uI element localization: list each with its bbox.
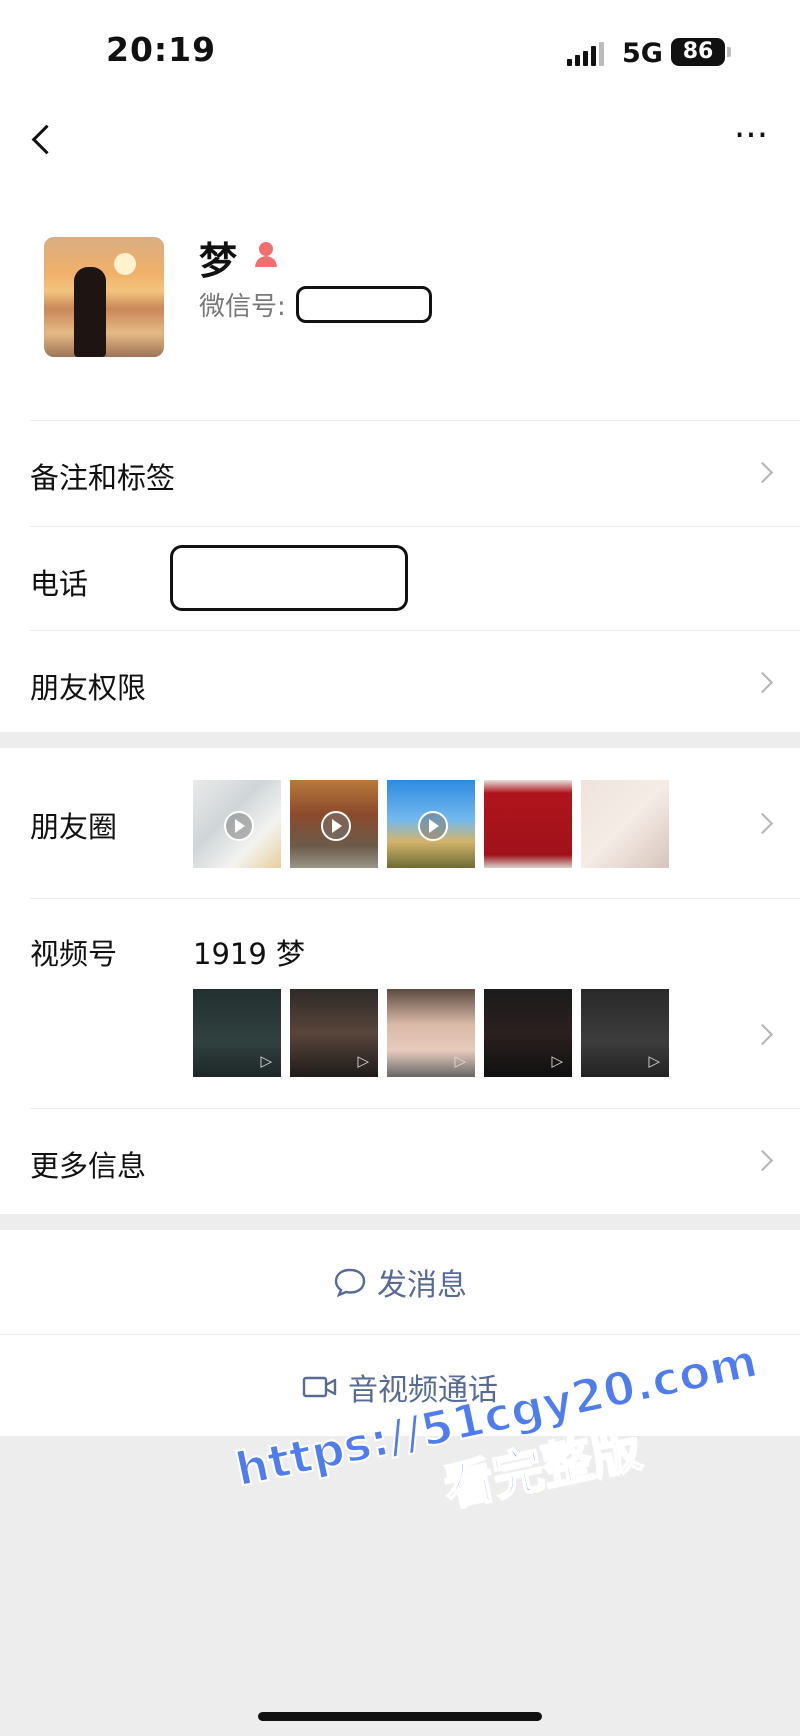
row-label: 更多信息 bbox=[30, 1149, 147, 1183]
content-section: 朋友圈 视频号 1919 梦 ▷ ▷ ▷ ▷ ▷ 更多信息 bbox=[0, 748, 800, 1214]
chevron-right-icon bbox=[751, 671, 774, 694]
channels-thumb: ▷ bbox=[387, 989, 475, 1077]
chevron-right-icon bbox=[751, 1023, 774, 1046]
channels-thumb: ▷ bbox=[484, 989, 572, 1077]
moments-thumb bbox=[484, 780, 572, 868]
chevron-right-icon bbox=[751, 1149, 774, 1172]
row-friend-permission[interactable]: 朋友权限 bbox=[30, 630, 800, 733]
row-label: 朋友权限 bbox=[30, 671, 147, 705]
row-moments[interactable]: 朋友圈 bbox=[30, 748, 800, 898]
wechat-id-label: 微信号: bbox=[199, 292, 286, 322]
chevron-right-icon bbox=[751, 461, 774, 484]
back-button[interactable] bbox=[28, 120, 68, 160]
chevron-right-icon bbox=[751, 812, 774, 835]
phone-redacted bbox=[170, 545, 408, 611]
status-bar: 20:19 5G 86 bbox=[0, 0, 800, 100]
moments-thumb bbox=[193, 780, 281, 868]
row-channels[interactable]: 视频号 1919 梦 ▷ ▷ ▷ ▷ ▷ bbox=[30, 898, 800, 1109]
channels-name: 1919 梦 bbox=[193, 937, 306, 971]
row-label: 电话 bbox=[30, 567, 89, 601]
channels-thumb: ▷ bbox=[290, 989, 378, 1077]
network-label: 5G bbox=[622, 38, 663, 69]
home-indicator[interactable] bbox=[258, 1712, 542, 1721]
send-message-label: 发消息 bbox=[377, 1268, 467, 1303]
moments-thumb bbox=[290, 780, 378, 868]
profile-card: 20:19 5G 86 ··· 梦 微信号: 备注和标签 电话 朋友权限 bbox=[0, 0, 800, 732]
row-remark-tags[interactable]: 备注和标签 bbox=[30, 420, 800, 525]
wechat-id-redacted bbox=[296, 286, 432, 323]
more-dots-icon: ··· bbox=[733, 115, 769, 156]
more-button[interactable]: ··· bbox=[726, 116, 776, 156]
signal-icon bbox=[567, 42, 607, 66]
female-icon bbox=[255, 242, 277, 267]
profile-name: 梦 bbox=[199, 239, 238, 283]
send-message-button[interactable]: 发消息 bbox=[0, 1230, 800, 1332]
channels-thumb: ▷ bbox=[581, 989, 669, 1077]
status-time: 20:19 bbox=[106, 30, 217, 69]
chat-bubble-icon bbox=[334, 1268, 366, 1297]
row-label: 视频号 bbox=[30, 937, 118, 971]
battery-icon: 86 bbox=[671, 38, 731, 66]
moments-thumb bbox=[387, 780, 475, 868]
row-label: 备注和标签 bbox=[30, 461, 176, 495]
avatar[interactable] bbox=[44, 237, 164, 357]
row-label: 朋友圈 bbox=[30, 810, 118, 844]
channels-thumb: ▷ bbox=[193, 989, 281, 1077]
video-camera-icon bbox=[302, 1376, 337, 1398]
row-phone[interactable]: 电话 bbox=[30, 526, 800, 631]
moments-thumb bbox=[581, 780, 669, 868]
row-more-info[interactable]: 更多信息 bbox=[30, 1108, 800, 1215]
nav-bar: ··· bbox=[0, 100, 800, 180]
